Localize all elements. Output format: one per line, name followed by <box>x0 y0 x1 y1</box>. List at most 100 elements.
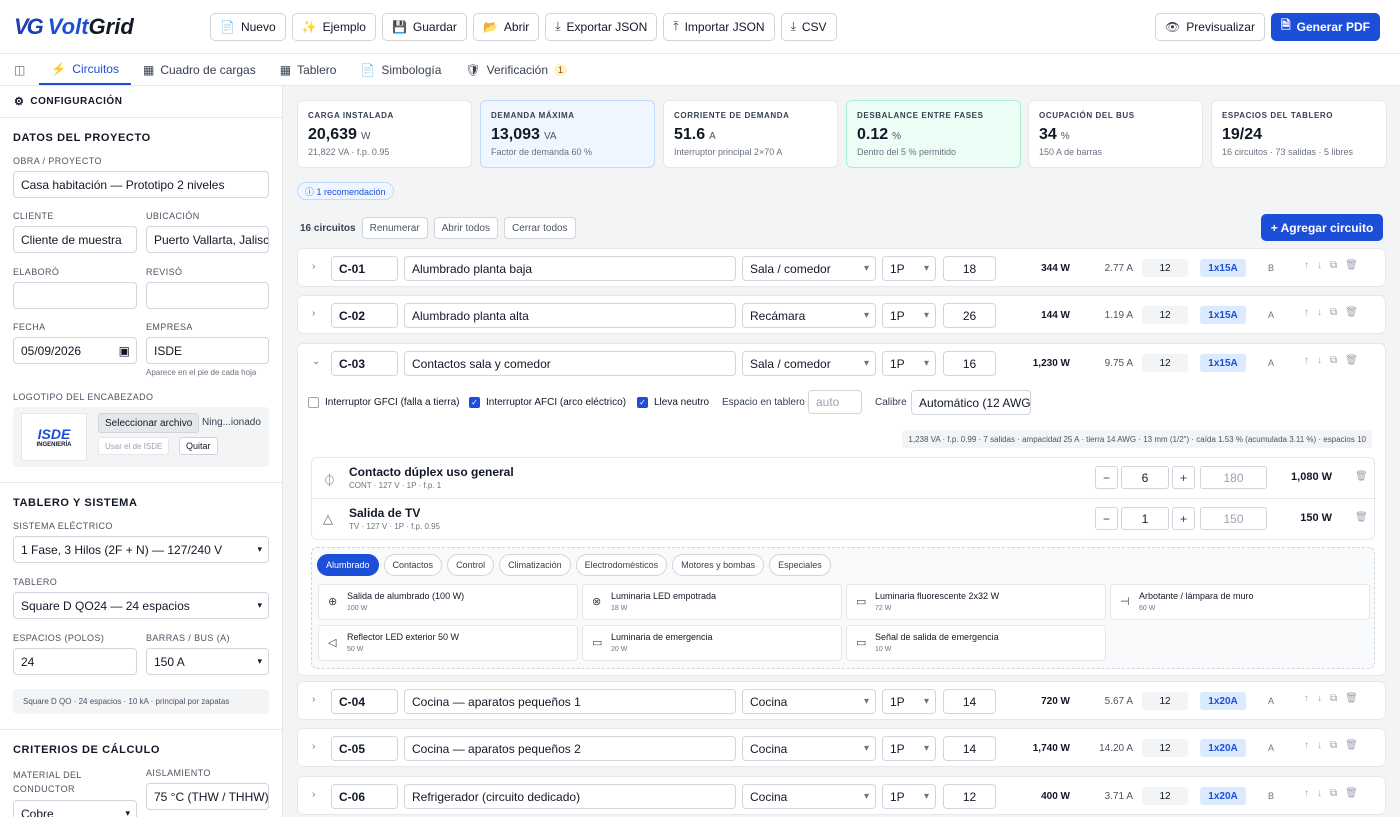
category-pill[interactable]: Contactos <box>383 554 443 576</box>
gfci-checkbox[interactable] <box>308 397 319 408</box>
move-down-icon[interactable]: ↓ <box>1317 307 1322 318</box>
csv-button[interactable]: ⤓ CSV <box>780 12 837 41</box>
example-button[interactable]: ✨ Ejemplo <box>291 12 376 41</box>
circuit-number-input[interactable]: 26 <box>943 303 996 328</box>
circuit-code-input[interactable]: C-01 <box>331 256 398 281</box>
expand-chevron-icon[interactable]: › <box>312 308 315 319</box>
cliente-input[interactable]: Cliente de muestra <box>13 226 137 253</box>
move-down-icon[interactable]: ↓ <box>1317 788 1322 799</box>
unit-watts-input[interactable]: 150 <box>1200 507 1267 530</box>
espacio-input[interactable]: auto <box>808 390 862 414</box>
move-down-icon[interactable]: ↓ <box>1317 740 1322 751</box>
catalog-item[interactable]: ⊗ Luminaria LED empotrada 18 W <box>582 584 842 620</box>
circuit-phase-select[interactable]: 1P ▾ <box>882 256 936 281</box>
circuit-phase-select[interactable]: 1P ▾ <box>882 303 936 328</box>
circuit-area-select[interactable]: Cocina ▾ <box>742 736 876 761</box>
delete-icon[interactable]: 🗑 <box>1345 355 1358 366</box>
afci-checkbox[interactable]: ✓ <box>469 397 480 408</box>
sistema-select[interactable]: 1 Fase, 3 Hilos (2F + N) — 127/240 V ▾ <box>13 536 269 563</box>
expand-chevron-icon[interactable]: › <box>312 261 315 272</box>
tab-cuadro-de-cargas[interactable]: ▦ Cuadro de cargas <box>131 54 268 85</box>
delete-icon[interactable]: 🗑 <box>1345 693 1358 704</box>
close-all-button[interactable]: Cerrar todos <box>503 217 576 239</box>
move-up-icon[interactable]: ↑ <box>1304 355 1309 366</box>
tab-circuitos[interactable]: ⚡ Circuitos <box>39 54 131 85</box>
category-pill[interactable]: Especiales <box>769 554 831 576</box>
material-select[interactable]: Cobre ▾ <box>13 800 137 817</box>
select-file-button[interactable]: Seleccionar archivo <box>98 413 200 433</box>
category-pill[interactable]: Motores y bombas <box>672 554 765 576</box>
duplicate-icon[interactable]: ⧉ <box>1330 355 1337 366</box>
increment-button[interactable]: + <box>1172 466 1195 489</box>
circuit-number-input[interactable]: 12 <box>943 784 996 809</box>
increment-button[interactable]: + <box>1172 507 1195 530</box>
circuit-phase-select[interactable]: 1P ▾ <box>882 689 936 714</box>
circuit-area-select[interactable]: Cocina ▾ <box>742 689 876 714</box>
save-button[interactable]: 💾 Guardar <box>381 12 467 41</box>
quantity-input[interactable]: 1 <box>1121 507 1169 530</box>
duplicate-icon[interactable]: ⧉ <box>1330 260 1337 271</box>
move-down-icon[interactable]: ↓ <box>1317 260 1322 271</box>
preview-button[interactable]: 👁 Previsualizar <box>1155 12 1265 41</box>
export-json-button[interactable]: ⤓ Exportar JSON <box>545 12 658 41</box>
new-button[interactable]: 📄 Nuevo <box>210 12 286 41</box>
barras-select[interactable]: 150 A ▾ <box>146 648 269 675</box>
delete-icon[interactable]: 🗑 <box>1355 471 1368 482</box>
circuit-code-input[interactable]: C-02 <box>331 303 398 328</box>
decrement-button[interactable]: − <box>1095 466 1118 489</box>
unit-watts-input[interactable]: 180 <box>1200 466 1267 489</box>
circuit-phase-select[interactable]: 1P ▾ <box>882 351 936 376</box>
tab-tablero[interactable]: ▦ Tablero <box>268 54 349 85</box>
category-pill[interactable]: Control <box>447 554 495 576</box>
open-button[interactable]: 📂 Abrir <box>472 12 540 41</box>
circuit-code-input[interactable]: C-03 <box>331 351 398 376</box>
catalog-item[interactable]: ▭ Señal de salida de emergencia 10 W <box>846 625 1106 661</box>
use-isde-button[interactable]: Usar el de ISDE <box>98 437 170 455</box>
category-pill[interactable]: Electrodomésticos <box>575 554 668 576</box>
remove-logo-button[interactable]: Quitar <box>179 437 218 455</box>
move-up-icon[interactable]: ↑ <box>1304 740 1309 751</box>
circuit-code-input[interactable]: C-04 <box>331 689 398 714</box>
catalog-item[interactable]: ▭ Luminaria de emergencia 20 W <box>582 625 842 661</box>
circuit-number-input[interactable]: 16 <box>943 351 996 376</box>
afci-option[interactable]: ✓ Interruptor AFCI (arco eléctrico) <box>469 397 626 408</box>
quantity-input[interactable]: 6 <box>1121 466 1169 489</box>
empresa-input[interactable]: ISDE <box>146 337 269 364</box>
expand-chevron-icon[interactable]: › <box>312 694 315 705</box>
circuit-code-input[interactable]: C-05 <box>331 736 398 761</box>
circuit-phase-select[interactable]: 1P ▾ <box>882 784 936 809</box>
circuit-description-input[interactable]: Alumbrado planta baja <box>404 256 736 281</box>
calibre-select[interactable]: Automático (12 AWG)▾ <box>911 390 1031 415</box>
fecha-input[interactable]: 05/09/2026 ▣ <box>13 337 137 364</box>
circuit-area-select[interactable]: Sala / comedor ▾ <box>742 256 876 281</box>
generate-pdf-button[interactable]: 🗎 Generar PDF <box>1270 12 1380 41</box>
catalog-item[interactable]: ◁ Reflector LED exterior 50 W 50 W <box>318 625 578 661</box>
delete-icon[interactable]: 🗑 <box>1345 740 1358 751</box>
move-down-icon[interactable]: ↓ <box>1317 693 1322 704</box>
category-pill[interactable]: Climatización <box>499 554 571 576</box>
duplicate-icon[interactable]: ⧉ <box>1330 693 1337 704</box>
circuit-number-input[interactable]: 14 <box>943 689 996 714</box>
duplicate-icon[interactable]: ⧉ <box>1330 740 1337 751</box>
obra-input[interactable]: Casa habitación — Prototipo 2 niveles <box>13 171 269 198</box>
circuit-area-select[interactable]: Recámara ▾ <box>742 303 876 328</box>
ubicacion-input[interactable]: Puerto Vallarta, Jalisco <box>146 226 269 253</box>
espacios-input[interactable]: 24 <box>13 648 137 675</box>
delete-icon[interactable]: 🗑 <box>1345 307 1358 318</box>
reviso-input[interactable] <box>146 282 269 309</box>
move-down-icon[interactable]: ↓ <box>1317 355 1322 366</box>
circuit-area-select[interactable]: Cocina ▾ <box>742 784 876 809</box>
neutro-checkbox[interactable]: ✓ <box>637 397 648 408</box>
circuit-area-select[interactable]: Sala / comedor ▾ <box>742 351 876 376</box>
renumber-button[interactable]: Renumerar <box>361 217 428 239</box>
move-up-icon[interactable]: ↑ <box>1304 260 1309 271</box>
circuit-description-input[interactable]: Refrigerador (circuito dedicado) <box>404 784 736 809</box>
expand-chevron-icon[interactable]: ⌄ <box>312 356 320 367</box>
neutro-option[interactable]: ✓ Lleva neutro <box>637 397 709 408</box>
circuit-phase-select[interactable]: 1P ▾ <box>882 736 936 761</box>
catalog-item[interactable]: ⊕ Salida de alumbrado (100 W) 100 W <box>318 584 578 620</box>
catalog-item[interactable]: ⊣ Arbotante / lámpara de muro 60 W <box>1110 584 1370 620</box>
tab-verificacion[interactable]: 🛡 Verificación 1 <box>453 54 579 85</box>
circuit-code-input[interactable]: C-06 <box>331 784 398 809</box>
delete-icon[interactable]: 🗑 <box>1345 260 1358 271</box>
